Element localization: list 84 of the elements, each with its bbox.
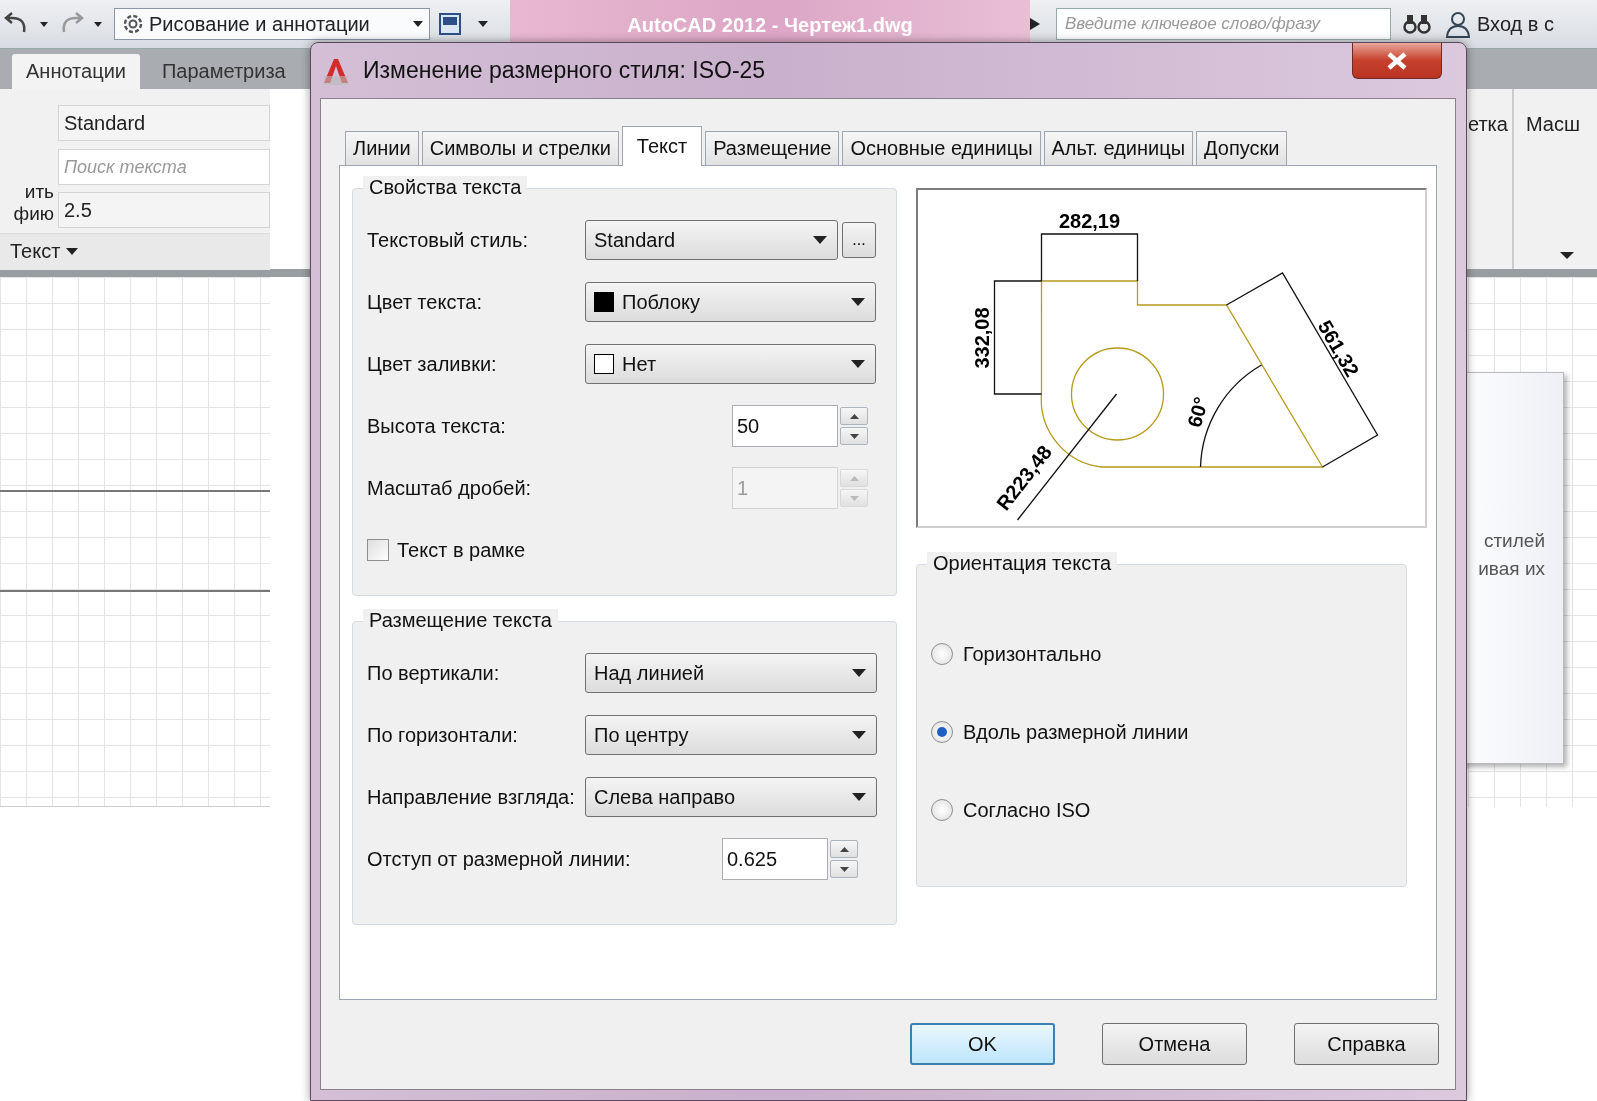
field-label: Высота текста: [367, 414, 507, 438]
dropdown[interactable]: По центру [585, 715, 877, 755]
up-arrow-icon [839, 846, 849, 852]
text-style-field[interactable]: Standard [58, 105, 270, 141]
panel-title: Масш [1525, 113, 1580, 135]
field-label: По горизонтали: [367, 723, 519, 747]
dimension-label: 282,19 [1058, 210, 1121, 232]
down-arrow-icon [839, 866, 849, 872]
tab[interactable]: Размещение [705, 131, 840, 165]
dropdown[interactable]: Слева направо [585, 777, 877, 817]
down-arrow-icon [849, 495, 859, 501]
caret-icon [813, 236, 827, 244]
tab[interactable]: Линии [345, 131, 419, 165]
window-title: AutoCAD 2012 - Чертеж1.dwg [627, 14, 913, 38]
dropdown[interactable]: Над линией [585, 653, 877, 693]
radio-label: Согласно ISO [963, 798, 1091, 822]
field-label: Масштаб дробей: [367, 476, 533, 500]
radio-button[interactable] [931, 643, 953, 665]
caret-icon [851, 298, 865, 306]
field-label: фию [12, 203, 55, 225]
spin-up-button[interactable] [830, 840, 858, 858]
field-label: Цвет заливки: [367, 352, 498, 376]
field-label: По вертикали: [367, 661, 501, 685]
field-label: Направление взгляда: [367, 785, 576, 809]
up-arrow-icon [849, 413, 859, 419]
up-arrow-icon [849, 475, 859, 481]
caret-icon [851, 360, 865, 368]
dialog-title: Изменение размерного стиля: ISO-25 [363, 57, 766, 84]
binoculars-icon[interactable] [1403, 12, 1431, 36]
tab[interactable]: Допуски [1196, 131, 1288, 165]
tooltip-text: ивая их [1478, 557, 1545, 581]
field-label: Отступ от размерной линии: [367, 847, 632, 871]
dropdown[interactable]: Поблоку [585, 282, 876, 322]
caret-icon [66, 248, 79, 255]
user-icon[interactable] [1445, 10, 1471, 38]
ribbon-tab[interactable]: Параметриза [148, 54, 300, 89]
caret-icon [852, 669, 866, 677]
tab[interactable]: Текст [621, 126, 703, 166]
panel-title[interactable]: Текст [10, 240, 61, 263]
group-title: Ориентация текста [927, 552, 1118, 575]
close-button[interactable] [1352, 43, 1442, 79]
field-label: Цвет текста: [367, 290, 484, 314]
caret-icon [413, 21, 423, 27]
field-label: Текстовый стиль: [367, 228, 529, 252]
caret-icon [478, 21, 488, 27]
radio-label: Горизонтально [963, 642, 1102, 666]
tab[interactable]: Символы и стрелки [421, 131, 619, 165]
dropdown[interactable]: Standard [585, 220, 838, 260]
radio-button[interactable] [931, 721, 953, 743]
dropdown[interactable]: Нет [585, 344, 876, 384]
tab[interactable]: Основные единицы [842, 131, 1041, 165]
browse-button[interactable]: ... [842, 222, 876, 258]
dialog-button[interactable]: OK [910, 1023, 1055, 1065]
caret-icon [852, 793, 866, 801]
checkbox-label: Текст в рамке [397, 538, 526, 562]
tooltip-text: стилей [1483, 529, 1545, 553]
field-label: ить [23, 181, 55, 203]
caret-icon [852, 731, 866, 739]
group-title: Размещение текста [363, 609, 558, 632]
caret-icon [40, 21, 48, 27]
dialog-button[interactable]: Справка [1294, 1023, 1439, 1065]
dialog-button[interactable]: Отмена [1102, 1023, 1247, 1065]
checkbox[interactable] [367, 539, 389, 561]
panel-title: етка [1468, 113, 1508, 135]
spin-up-button[interactable] [840, 407, 868, 425]
down-arrow-icon [849, 433, 859, 439]
dimension-label: 332,08 [970, 307, 993, 369]
ribbon-tab[interactable]: Аннотации [12, 54, 140, 89]
close-icon [1386, 51, 1408, 70]
tab[interactable]: Альт. единицы [1043, 131, 1193, 165]
number-field[interactable]: 0.625 [722, 838, 828, 880]
radio-label: Вдоль размерной линии [963, 720, 1189, 744]
spin-down-button[interactable] [840, 427, 868, 445]
workspace-dropdown[interactable]: Рисование и аннотации [114, 8, 430, 40]
caret-icon [94, 21, 102, 27]
window-icon[interactable] [438, 12, 462, 36]
text-height-field[interactable]: 2.5 [58, 192, 270, 228]
radio-button[interactable] [931, 799, 953, 821]
sign-in-link[interactable]: Вход в с [1477, 12, 1554, 36]
gear-icon [121, 12, 145, 36]
number-field[interactable]: 50 [732, 405, 838, 447]
caret-icon [1559, 252, 1574, 259]
dimension-label: 60° [1183, 394, 1213, 430]
spin-down-button[interactable] [830, 860, 858, 878]
